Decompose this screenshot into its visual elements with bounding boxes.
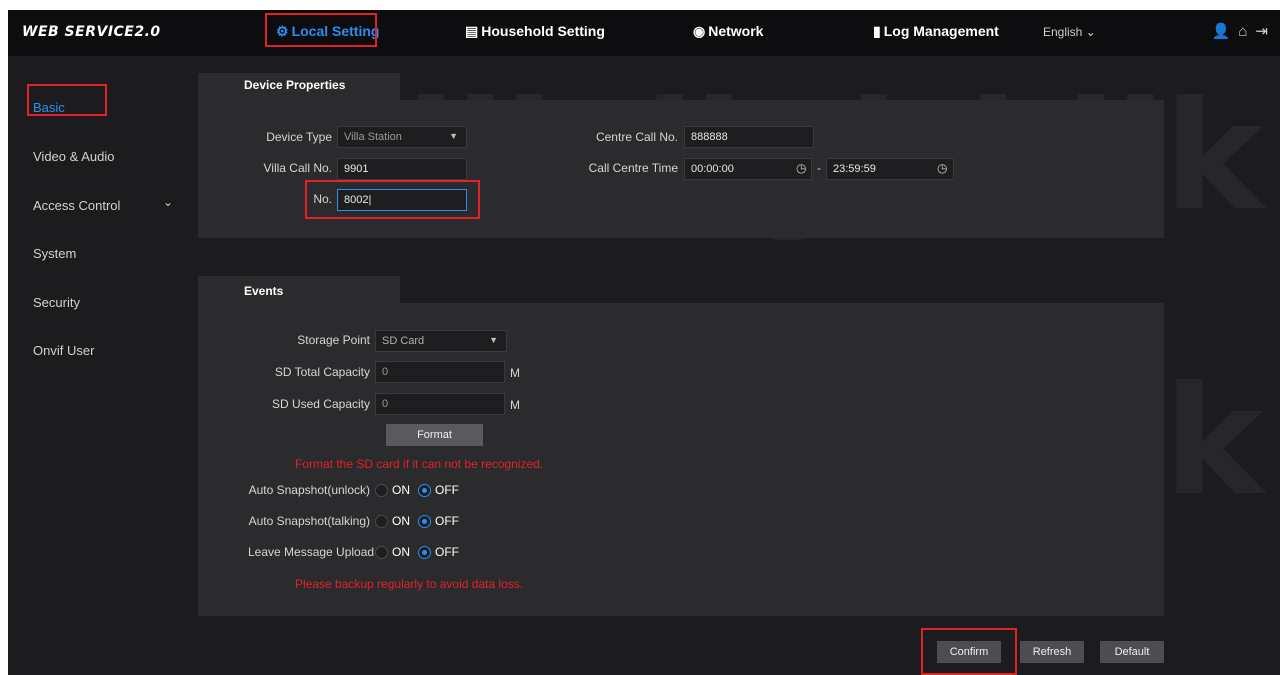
nav-log-management-label: Log Management bbox=[883, 23, 999, 39]
sidebar-item-system[interactable]: System bbox=[33, 246, 76, 261]
clock-icon[interactable]: ◷ bbox=[796, 161, 806, 175]
auto-snapshot-talking-label: Auto Snapshot(talking) bbox=[248, 514, 370, 528]
villa-call-no-field[interactable]: 9901 bbox=[337, 158, 467, 180]
household-icon: ▤ bbox=[465, 23, 479, 39]
sd-total-capacity-label: SD Total Capacity bbox=[274, 365, 370, 379]
villa-call-no-label: Villa Call No. bbox=[263, 161, 332, 175]
auto-snapshot-unlock-off-radio[interactable] bbox=[418, 484, 431, 497]
device-type-label: Device Type bbox=[266, 130, 332, 144]
leave-message-upload-label: Leave Message Upload bbox=[248, 545, 375, 559]
nav-household-setting[interactable]: ▤ Household Setting bbox=[465, 23, 605, 40]
logout-icon[interactable]: ⇥ bbox=[1255, 23, 1276, 40]
user-icon[interactable]: 👤 bbox=[1212, 23, 1239, 40]
call-centre-time-end[interactable]: 23:59:59 bbox=[826, 158, 954, 180]
top-navigation-bar: WEB SERVICE2.0 ⚙ Local Setting ▤ Household… bbox=[8, 10, 1280, 56]
nav-network-label: Network bbox=[708, 23, 764, 39]
auto-snapshot-talking-on-label: ON bbox=[392, 514, 410, 528]
sidebar: Basic Video & Audio Access Control ⌄ Sys… bbox=[8, 56, 193, 675]
events-title: Events bbox=[244, 284, 284, 298]
nav-household-setting-label: Household Setting bbox=[481, 23, 605, 39]
call-centre-time-label: Call Centre Time bbox=[588, 161, 678, 175]
sd-total-capacity-unit: M bbox=[510, 366, 520, 380]
storage-point-label: Storage Point bbox=[297, 333, 370, 347]
device-type-value: Villa Station bbox=[344, 131, 402, 143]
leave-message-upload-on-radio[interactable] bbox=[375, 546, 388, 559]
time-separator: - bbox=[817, 161, 821, 175]
top-icons: 👤⌂⇥ bbox=[1212, 22, 1276, 40]
sd-used-capacity-field: 0 bbox=[375, 393, 505, 415]
centre-call-no-label: Centre Call No. bbox=[595, 130, 678, 144]
format-button[interactable]: Format bbox=[386, 424, 483, 446]
app-window: digitklik digitklik digitklik digitklik … bbox=[8, 10, 1280, 675]
device-properties-title: Device Properties bbox=[244, 78, 346, 92]
chevron-down-icon[interactable]: ⌄ bbox=[163, 195, 173, 209]
sidebar-item-security[interactable]: Security bbox=[33, 295, 80, 310]
highlight-box bbox=[921, 628, 1017, 675]
auto-snapshot-talking-off-label: OFF bbox=[435, 514, 459, 528]
clock-icon[interactable]: ◷ bbox=[937, 161, 947, 175]
backup-warning: Please backup regularly to avoid data lo… bbox=[295, 577, 524, 591]
format-warning: Format the SD card if it can not be reco… bbox=[295, 457, 544, 471]
sd-total-capacity-field: 0 bbox=[375, 361, 505, 383]
storage-point-value: SD Card bbox=[382, 335, 425, 347]
centre-call-no-field[interactable]: 888888 bbox=[684, 126, 814, 148]
highlight-box bbox=[27, 84, 107, 116]
caret-down-icon: ▼ bbox=[489, 335, 498, 345]
auto-snapshot-unlock-label: Auto Snapshot(unlock) bbox=[248, 483, 370, 497]
nav-log-management[interactable]: ▮ Log Management bbox=[873, 23, 999, 40]
call-centre-time-end-value: 23:59:59 bbox=[833, 163, 876, 175]
events-tab: Events bbox=[198, 276, 400, 303]
highlight-box bbox=[305, 180, 480, 219]
device-type-select[interactable]: Villa Station ▼ bbox=[337, 126, 467, 148]
leave-message-upload-on-label: ON bbox=[392, 545, 410, 559]
home-icon[interactable]: ⌂ bbox=[1238, 23, 1255, 40]
sd-used-capacity-label: SD Used Capacity bbox=[271, 397, 370, 411]
globe-icon: ◉ bbox=[693, 23, 706, 39]
auto-snapshot-unlock-off-label: OFF bbox=[435, 483, 459, 497]
app-logo: WEB SERVICE2.0 bbox=[22, 24, 161, 40]
log-icon: ▮ bbox=[873, 23, 881, 39]
auto-snapshot-unlock-on-radio[interactable] bbox=[375, 484, 388, 497]
device-properties-tab: Device Properties bbox=[198, 73, 400, 100]
caret-down-icon: ▼ bbox=[449, 131, 458, 141]
leave-message-upload-off-radio[interactable] bbox=[418, 546, 431, 559]
sidebar-item-access-control[interactable]: Access Control bbox=[33, 198, 120, 213]
leave-message-upload-off-label: OFF bbox=[435, 545, 459, 559]
auto-snapshot-unlock-on-label: ON bbox=[392, 483, 410, 497]
storage-point-select[interactable]: SD Card ▼ bbox=[375, 330, 507, 352]
nav-network[interactable]: ◉ Network bbox=[693, 23, 763, 40]
highlight-box bbox=[265, 13, 377, 47]
call-centre-time-start[interactable]: 00:00:00 bbox=[684, 158, 812, 180]
sidebar-item-video-audio[interactable]: Video & Audio bbox=[33, 149, 114, 164]
refresh-button[interactable]: Refresh bbox=[1020, 641, 1084, 663]
auto-snapshot-talking-off-radio[interactable] bbox=[418, 515, 431, 528]
sidebar-item-onvif-user[interactable]: Onvif User bbox=[33, 343, 94, 358]
sd-used-capacity-unit: M bbox=[510, 398, 520, 412]
call-centre-time-start-value: 00:00:00 bbox=[691, 163, 734, 175]
default-button[interactable]: Default bbox=[1100, 641, 1164, 663]
language-select[interactable]: English ⌄ bbox=[1043, 25, 1096, 39]
auto-snapshot-talking-on-radio[interactable] bbox=[375, 515, 388, 528]
